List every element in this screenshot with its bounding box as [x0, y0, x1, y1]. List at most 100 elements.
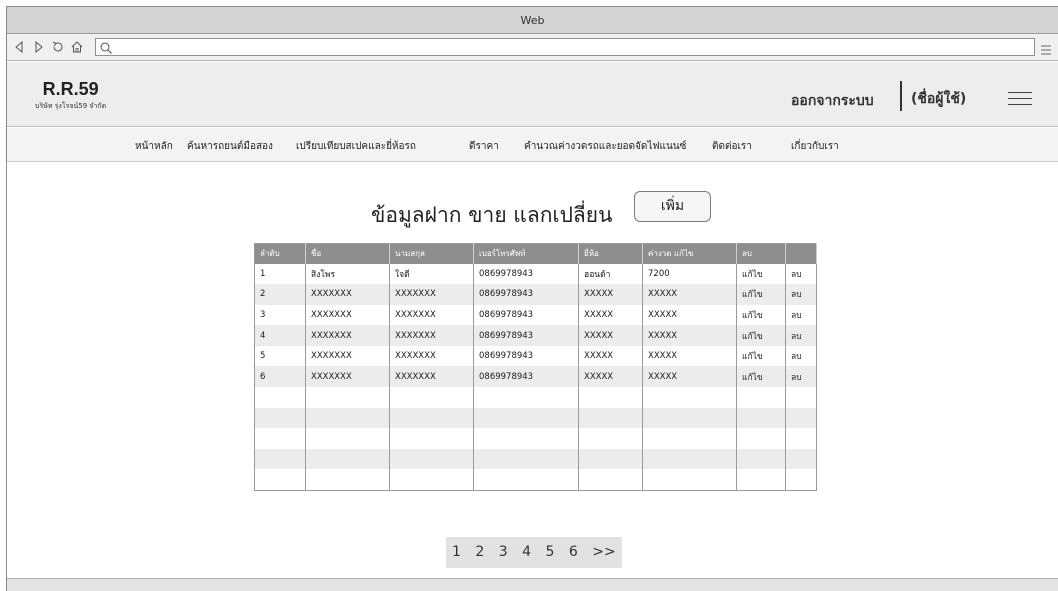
delete-link[interactable]: ลบ	[785, 366, 817, 388]
nav-item-search-used-cars[interactable]: ค้นหารถยนต์มือสอง	[187, 139, 273, 154]
cell-index: 3	[254, 304, 306, 326]
edit-link[interactable]: แก้ไข	[736, 304, 786, 326]
home-icon[interactable]	[70, 40, 84, 54]
empty-table-row	[254, 428, 817, 449]
url-input[interactable]	[96, 42, 1034, 59]
cell-installment: XXXXX	[642, 366, 737, 388]
page-link-1[interactable]: 1	[452, 544, 461, 560]
back-arrow-icon[interactable]	[13, 40, 27, 54]
status-bar	[7, 578, 1058, 591]
cell-index: 1	[254, 263, 306, 285]
menu-icon[interactable]	[1040, 41, 1052, 55]
delete-link[interactable]: ลบ	[785, 263, 817, 285]
cell-installment: XXXXX	[642, 304, 737, 326]
reload-icon[interactable]	[51, 40, 65, 54]
cell-first-name: XXXXXXX	[305, 304, 390, 326]
username-label[interactable]: (ชื่อผู้ใช้)	[911, 88, 966, 110]
delete-link[interactable]: ลบ	[785, 304, 817, 326]
cell-first-name: สิงโพร	[305, 263, 390, 285]
hamburger-icon[interactable]	[1008, 92, 1032, 106]
main-nav: หน้าหลัก ค้นหารถยนต์มือสอง เปรียบเทียบสเ…	[7, 128, 1058, 162]
forward-arrow-icon[interactable]	[31, 40, 45, 54]
table-row: 4 XXXXXXX XXXXXXX 0869978943 XXXXX XXXXX…	[254, 325, 817, 346]
search-icon	[99, 40, 113, 54]
page-link-4[interactable]: 4	[522, 544, 531, 560]
delete-link[interactable]: ลบ	[785, 325, 817, 346]
cell-index: 4	[254, 325, 306, 346]
site-logo[interactable]: R.R.59 บริษัท รุ่งโรจน์59 จำกัด	[35, 79, 106, 111]
cell-first-name: XXXXXXX	[305, 345, 390, 367]
cell-brand: XXXXX	[578, 366, 643, 388]
header-phone[interactable]: เบอร์โทรศัพท์	[473, 243, 579, 264]
empty-table-row	[254, 387, 817, 408]
add-button[interactable]: เพิ่ม	[634, 191, 711, 222]
browser-toolbar	[7, 34, 1058, 61]
header-installment-edit[interactable]: ค่างวด แก้ไข	[642, 243, 737, 264]
empty-table-row	[254, 407, 817, 429]
edit-link[interactable]: แก้ไข	[736, 366, 786, 388]
next-page-link[interactable]: >>	[592, 544, 615, 560]
cell-phone: 0869978943	[473, 345, 579, 367]
cell-first-name: XXXXXXX	[305, 284, 390, 305]
cell-brand: ฮอนด้า	[578, 263, 643, 285]
table-row: 3 XXXXXXX XXXXXXX 0869978943 XXXXX XXXXX…	[254, 304, 817, 326]
data-table: ลำดับ ชื่อ นามสกุล เบอร์โทรศัพท์ ยี่ห้อ …	[254, 243, 817, 491]
nav-item-compare-specs[interactable]: เปรียบเทียบสเปคและยี่ห้อรถ	[296, 139, 416, 154]
cell-installment: XXXXX	[642, 284, 737, 305]
header-first-name[interactable]: ชื่อ	[305, 243, 390, 264]
window-title-bar: Web	[7, 7, 1058, 34]
edit-link[interactable]: แก้ไข	[736, 325, 786, 346]
cell-brand: XXXXX	[578, 304, 643, 326]
page-link-6[interactable]: 6	[569, 544, 578, 560]
window-title: Web	[520, 14, 545, 27]
cell-installment: XXXXX	[642, 345, 737, 367]
cell-last-name: XXXXXXX	[389, 304, 474, 326]
page-title: ข้อมูลฝาก ขาย แลกเปลี่ยน	[371, 203, 613, 227]
cell-last-name: ใจดี	[389, 263, 474, 285]
cell-index: 2	[254, 284, 306, 305]
nav-item-price[interactable]: ดีราคา	[469, 139, 499, 154]
cell-index: 5	[254, 345, 306, 367]
table-row: 2 XXXXXXX XXXXXXX 0869978943 XXXXX XXXXX…	[254, 284, 817, 305]
cell-phone: 0869978943	[473, 263, 579, 285]
cell-first-name: XXXXXXX	[305, 366, 390, 388]
edit-link[interactable]: แก้ไข	[736, 345, 786, 367]
cell-last-name: XXXXXXX	[389, 325, 474, 346]
delete-link[interactable]: ลบ	[785, 345, 817, 367]
cell-phone: 0869978943	[473, 304, 579, 326]
nav-item-about[interactable]: เกี่ยวกับเรา	[791, 139, 839, 154]
delete-link[interactable]: ลบ	[785, 284, 817, 305]
header-delete[interactable]: ลบ	[736, 243, 786, 264]
cell-brand: XXXXX	[578, 345, 643, 367]
empty-table-row	[254, 448, 817, 470]
logout-link[interactable]: ออกจากระบบ	[791, 90, 874, 112]
cell-installment: 7200	[642, 263, 737, 285]
site-header: R.R.59 บริษัท รุ่งโรจน์59 จำกัด ออกจากระ…	[7, 62, 1058, 127]
page-link-2[interactable]: 2	[475, 544, 484, 560]
header-brand[interactable]: ยี่ห้อ	[578, 243, 643, 264]
cell-phone: 0869978943	[473, 284, 579, 305]
table-row: 5 XXXXXXX XXXXXXX 0869978943 XXXXX XXXXX…	[254, 345, 817, 367]
cell-last-name: XXXXXXX	[389, 366, 474, 388]
nav-item-finance-calculator[interactable]: คำนวณค่างวดรถและยอดจัดไฟแนนซ์	[524, 139, 686, 154]
cell-last-name: XXXXXXX	[389, 284, 474, 305]
edit-link[interactable]: แก้ไข	[736, 263, 786, 285]
header-divider	[900, 81, 902, 111]
logo-title: R.R.59	[42, 79, 99, 99]
page-link-3[interactable]: 3	[499, 544, 508, 560]
browser-window: Web R.R.59 บริษัท รุ่งโรจน์59 จำกัด ออกจ…	[6, 6, 1058, 591]
edit-link[interactable]: แก้ไข	[736, 284, 786, 305]
cell-index: 6	[254, 366, 306, 388]
table-header-row: ลำดับ ชื่อ นามสกุล เบอร์โทรศัพท์ ยี่ห้อ …	[254, 243, 817, 264]
cell-last-name: XXXXXXX	[389, 345, 474, 367]
header-index[interactable]: ลำดับ	[254, 243, 306, 264]
address-bar[interactable]	[95, 38, 1035, 59]
header-last-name[interactable]: นามสกุล	[389, 243, 474, 264]
nav-item-contact[interactable]: ติดต่อเรา	[712, 139, 752, 154]
page-link-5[interactable]: 5	[546, 544, 555, 560]
nav-item-home[interactable]: หน้าหลัก	[135, 139, 173, 154]
cell-first-name: XXXXXXX	[305, 325, 390, 346]
table-row: 6 XXXXXXX XXXXXXX 0869978943 XXXXX XXXXX…	[254, 366, 817, 388]
empty-table-row	[254, 469, 817, 491]
cell-phone: 0869978943	[473, 325, 579, 346]
